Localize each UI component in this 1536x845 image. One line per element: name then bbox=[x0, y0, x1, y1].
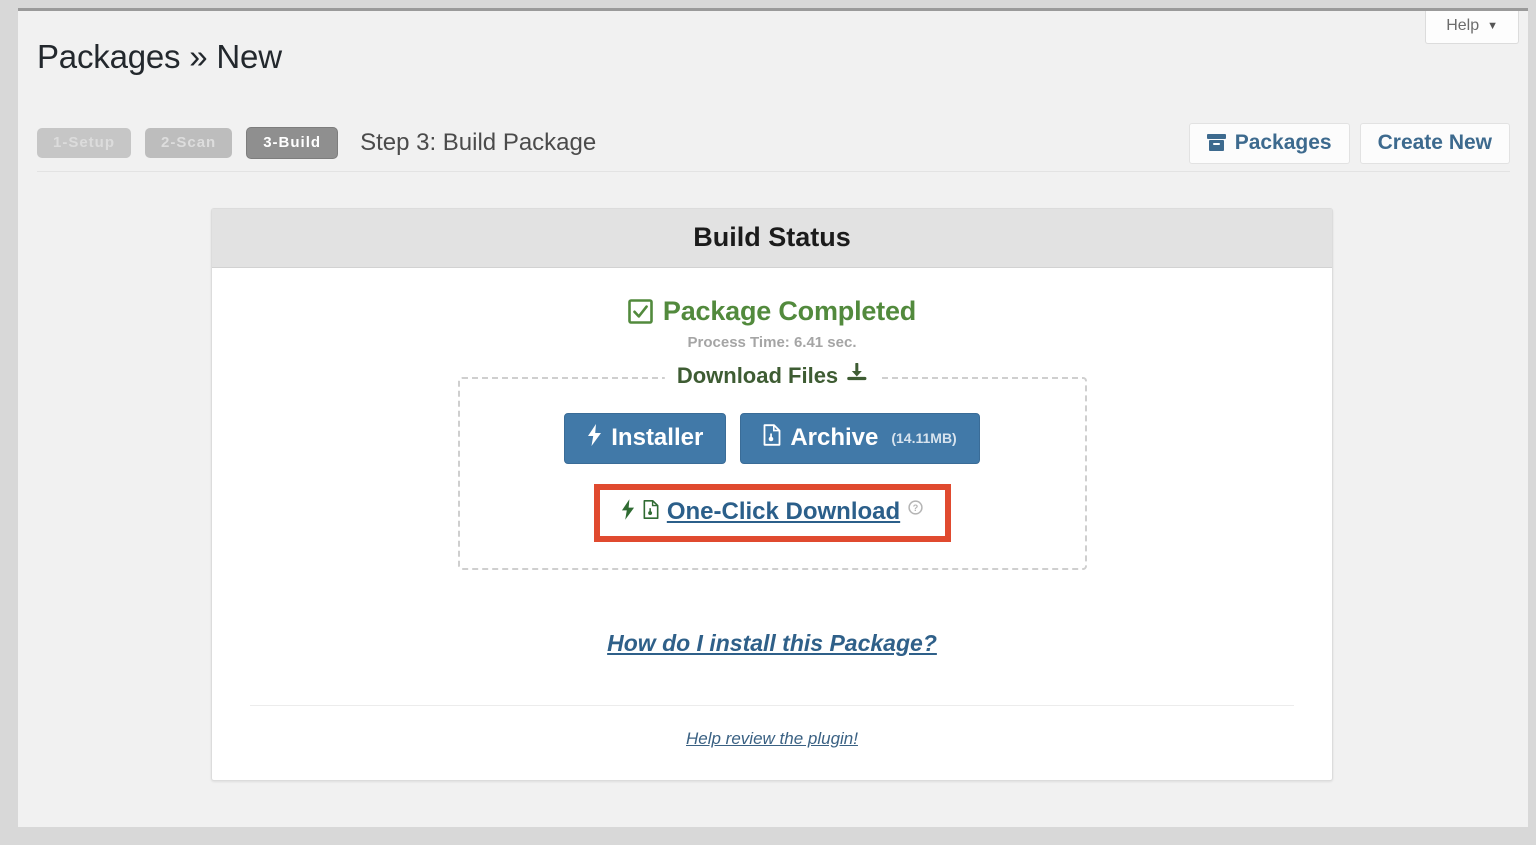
one-click-download-highlight: One-Click Download ? bbox=[593, 484, 951, 542]
status-row: Package Completed bbox=[212, 296, 1332, 327]
archive-box-icon bbox=[1206, 133, 1226, 151]
create-new-button[interactable]: Create New bbox=[1359, 122, 1510, 164]
packages-button[interactable]: Packages bbox=[1188, 122, 1350, 164]
download-files-section: Download Files Installer Archive (14.11M… bbox=[457, 362, 1087, 570]
review-wrap: Help review the plugin! bbox=[212, 706, 1332, 780]
archive-size-label: (14.11MB) bbox=[891, 429, 957, 446]
download-icon bbox=[847, 362, 867, 389]
one-click-download-link[interactable]: One-Click Download bbox=[667, 498, 900, 526]
lightning-bolt-icon bbox=[621, 499, 635, 525]
file-icon bbox=[763, 424, 781, 451]
installer-button[interactable]: Installer bbox=[564, 413, 727, 464]
lightning-bolt-icon bbox=[587, 424, 602, 451]
status-text: Package Completed bbox=[662, 296, 917, 326]
archive-button[interactable]: Archive (14.11MB) bbox=[740, 413, 980, 464]
help-dropdown-tab[interactable]: Help ▼ bbox=[1425, 11, 1519, 44]
archive-button-label: Archive bbox=[790, 423, 879, 451]
header-actions: Packages Create New bbox=[1188, 122, 1510, 164]
file-icon bbox=[643, 499, 659, 525]
step-badge-build[interactable]: 3-Build bbox=[246, 126, 339, 160]
screenshot-root: Help ▼ Packages » New 1-Setup 2-Scan 3-B… bbox=[0, 0, 1536, 845]
svg-text:?: ? bbox=[913, 503, 919, 513]
chevron-down-icon: ▼ bbox=[1487, 19, 1498, 32]
step-caption: Step 3: Build Package bbox=[360, 129, 597, 156]
card-title: Build Status bbox=[212, 209, 1332, 268]
download-files-label: Download Files bbox=[676, 363, 839, 388]
download-files-legend: Download Files bbox=[664, 362, 880, 389]
install-help-wrap: How do I install this Package? bbox=[212, 630, 1332, 657]
install-package-link[interactable]: How do I install this Package? bbox=[607, 630, 937, 656]
step-badge-scan[interactable]: 2-Scan bbox=[145, 127, 233, 159]
process-time: Process Time: 6.41 sec. bbox=[687, 334, 857, 351]
card-body: Package Completed Process Time: 6.41 sec… bbox=[212, 268, 1332, 780]
download-buttons: Installer Archive (14.11MB) bbox=[460, 413, 1085, 464]
build-status-card: Build Status Package Completed Process T… bbox=[211, 208, 1333, 781]
page-title: Packages » New bbox=[37, 38, 282, 75]
download-files-box: Installer Archive (14.11MB) One-Click Do… bbox=[457, 377, 1087, 570]
step-bar: 1-Setup 2-Scan 3-Build Step 3: Build Pac… bbox=[37, 115, 1510, 172]
installer-button-label: Installer bbox=[611, 423, 704, 451]
one-click-download-row[interactable]: One-Click Download ? bbox=[600, 498, 945, 526]
review-plugin-link[interactable]: Help review the plugin! bbox=[686, 729, 858, 748]
create-new-button-label: Create New bbox=[1377, 130, 1492, 154]
admin-page: Help ▼ Packages » New 1-Setup 2-Scan 3-B… bbox=[18, 8, 1528, 827]
step-badge-setup[interactable]: 1-Setup bbox=[37, 127, 132, 159]
packages-button-label: Packages bbox=[1234, 130, 1332, 154]
step-badges: 1-Setup 2-Scan 3-Build bbox=[37, 126, 339, 160]
checkbox-checked-icon bbox=[628, 299, 653, 324]
help-tab-label: Help bbox=[1446, 17, 1480, 34]
question-circle-icon[interactable]: ? bbox=[908, 500, 923, 515]
